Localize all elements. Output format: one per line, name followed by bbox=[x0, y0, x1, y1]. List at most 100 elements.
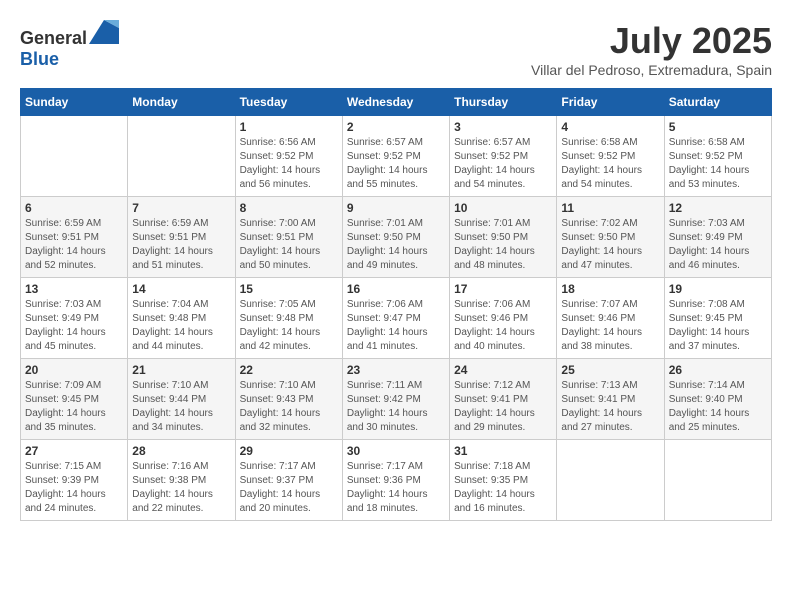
day-number: 26 bbox=[669, 363, 767, 377]
calendar-cell bbox=[664, 440, 771, 521]
day-number: 9 bbox=[347, 201, 445, 215]
day-number: 30 bbox=[347, 444, 445, 458]
calendar-cell: 26 Sunrise: 7:14 AMSunset: 9:40 PMDayligh… bbox=[664, 359, 771, 440]
day-number: 23 bbox=[347, 363, 445, 377]
day-info: Sunrise: 6:56 AMSunset: 9:52 PMDaylight:… bbox=[240, 136, 338, 192]
day-number: 21 bbox=[132, 363, 230, 377]
calendar-week-row: 20Sunrise: 7:09 AMSunset: 9:45 PMDayligh… bbox=[21, 359, 772, 440]
calendar-cell: 9 Sunrise: 7:01 AMSunset: 9:50 PMDaylight… bbox=[342, 197, 449, 278]
calendar-cell: 30 Sunrise: 7:17 AMSunset: 9:36 PMDayligh… bbox=[342, 440, 449, 521]
day-info: Sunrise: 6:57 AMSunset: 9:52 PMDaylight:… bbox=[454, 136, 552, 192]
calendar-cell: 6 Sunrise: 6:59 AMSunset: 9:51 PMDaylight… bbox=[21, 197, 128, 278]
day-info: Sunrise: 7:17 AMSunset: 9:37 PMDaylight:… bbox=[240, 460, 338, 516]
day-info: Sunrise: 7:05 AMSunset: 9:48 PMDaylight:… bbox=[240, 298, 338, 354]
calendar-cell: 18 Sunrise: 7:07 AMSunset: 9:46 PMDayligh… bbox=[557, 278, 664, 359]
day-number: 5 bbox=[669, 120, 767, 134]
calendar-cell: 13 Sunrise: 7:03 AMSunset: 9:49 PMDayligh… bbox=[21, 278, 128, 359]
day-info: Sunrise: 7:06 AMSunset: 9:46 PMDaylight:… bbox=[454, 298, 552, 354]
weekday-header-thursday: Thursday bbox=[450, 89, 557, 116]
day-number: 11 bbox=[561, 201, 659, 215]
day-info: Sunrise: 7:15 AMSunset: 9:39 PMDaylight:… bbox=[25, 460, 123, 516]
day-number: 20 bbox=[25, 363, 123, 377]
calendar-table: SundayMondayTuesdayWednesdayThursdayFrid… bbox=[20, 88, 772, 521]
calendar-cell: 2Sunrise: 6:57 AMSunset: 9:52 PMDaylight… bbox=[342, 116, 449, 197]
day-number: 27 bbox=[25, 444, 123, 458]
day-info: Sunrise: 7:16 AMSunset: 9:38 PMDaylight:… bbox=[132, 460, 230, 516]
logo: General Blue bbox=[20, 20, 119, 70]
calendar-cell: 19Sunrise: 7:08 AMSunset: 9:45 PMDayligh… bbox=[664, 278, 771, 359]
day-info: Sunrise: 7:01 AMSunset: 9:50 PMDaylight:… bbox=[454, 217, 552, 273]
calendar-cell: 3 Sunrise: 6:57 AMSunset: 9:52 PMDaylight… bbox=[450, 116, 557, 197]
day-number: 28 bbox=[132, 444, 230, 458]
day-info: Sunrise: 7:10 AMSunset: 9:44 PMDaylight:… bbox=[132, 379, 230, 435]
day-number: 8 bbox=[240, 201, 338, 215]
day-info: Sunrise: 7:18 AMSunset: 9:35 PMDaylight:… bbox=[454, 460, 552, 516]
day-number: 10 bbox=[454, 201, 552, 215]
day-info: Sunrise: 6:58 AMSunset: 9:52 PMDaylight:… bbox=[561, 136, 659, 192]
day-info: Sunrise: 6:59 AMSunset: 9:51 PMDaylight:… bbox=[132, 217, 230, 273]
location-title: Villar del Pedroso, Extremadura, Spain bbox=[531, 62, 772, 78]
day-number: 13 bbox=[25, 282, 123, 296]
calendar-cell: 20Sunrise: 7:09 AMSunset: 9:45 PMDayligh… bbox=[21, 359, 128, 440]
day-number: 24 bbox=[454, 363, 552, 377]
calendar-cell: 15 Sunrise: 7:05 AMSunset: 9:48 PMDayligh… bbox=[235, 278, 342, 359]
weekday-header-monday: Monday bbox=[128, 89, 235, 116]
calendar-cell: 8 Sunrise: 7:00 AMSunset: 9:51 PMDaylight… bbox=[235, 197, 342, 278]
day-number: 15 bbox=[240, 282, 338, 296]
calendar-cell bbox=[128, 116, 235, 197]
day-info: Sunrise: 7:00 AMSunset: 9:51 PMDaylight:… bbox=[240, 217, 338, 273]
calendar-cell: 23 Sunrise: 7:11 AMSunset: 9:42 PMDayligh… bbox=[342, 359, 449, 440]
day-info: Sunrise: 7:03 AMSunset: 9:49 PMDaylight:… bbox=[669, 217, 767, 273]
day-number: 18 bbox=[561, 282, 659, 296]
calendar-cell: 28 Sunrise: 7:16 AMSunset: 9:38 PMDayligh… bbox=[128, 440, 235, 521]
page-header: General Blue July 2025 Villar del Pedros… bbox=[20, 20, 772, 78]
title-block: July 2025 Villar del Pedroso, Extremadur… bbox=[531, 20, 772, 78]
day-info: Sunrise: 7:13 AMSunset: 9:41 PMDaylight:… bbox=[561, 379, 659, 435]
day-number: 6 bbox=[25, 201, 123, 215]
calendar-cell bbox=[21, 116, 128, 197]
calendar-week-row: 6 Sunrise: 6:59 AMSunset: 9:51 PMDaylight… bbox=[21, 197, 772, 278]
day-info: Sunrise: 6:57 AMSunset: 9:52 PMDaylight:… bbox=[347, 136, 445, 192]
weekday-header-wednesday: Wednesday bbox=[342, 89, 449, 116]
day-info: Sunrise: 7:11 AMSunset: 9:42 PMDaylight:… bbox=[347, 379, 445, 435]
day-info: Sunrise: 7:04 AMSunset: 9:48 PMDaylight:… bbox=[132, 298, 230, 354]
weekday-header-friday: Friday bbox=[557, 89, 664, 116]
calendar-cell: 5 Sunrise: 6:58 AMSunset: 9:52 PMDaylight… bbox=[664, 116, 771, 197]
weekday-header-sunday: Sunday bbox=[21, 89, 128, 116]
day-info: Sunrise: 6:58 AMSunset: 9:52 PMDaylight:… bbox=[669, 136, 767, 192]
day-number: 22 bbox=[240, 363, 338, 377]
month-title: July 2025 bbox=[531, 20, 772, 62]
weekday-header-saturday: Saturday bbox=[664, 89, 771, 116]
calendar-cell: 29Sunrise: 7:17 AMSunset: 9:37 PMDayligh… bbox=[235, 440, 342, 521]
calendar-cell: 10 Sunrise: 7:01 AMSunset: 9:50 PMDayligh… bbox=[450, 197, 557, 278]
logo-icon bbox=[89, 20, 119, 44]
day-number: 4 bbox=[561, 120, 659, 134]
day-info: Sunrise: 7:17 AMSunset: 9:36 PMDaylight:… bbox=[347, 460, 445, 516]
calendar-cell: 27 Sunrise: 7:15 AMSunset: 9:39 PMDayligh… bbox=[21, 440, 128, 521]
day-number: 25 bbox=[561, 363, 659, 377]
calendar-cell: 16Sunrise: 7:06 AMSunset: 9:47 PMDayligh… bbox=[342, 278, 449, 359]
day-info: Sunrise: 6:59 AMSunset: 9:51 PMDaylight:… bbox=[25, 217, 123, 273]
day-info: Sunrise: 7:10 AMSunset: 9:43 PMDaylight:… bbox=[240, 379, 338, 435]
day-number: 14 bbox=[132, 282, 230, 296]
day-number: 3 bbox=[454, 120, 552, 134]
day-number: 31 bbox=[454, 444, 552, 458]
calendar-cell: 14 Sunrise: 7:04 AMSunset: 9:48 PMDayligh… bbox=[128, 278, 235, 359]
calendar-week-row: 13 Sunrise: 7:03 AMSunset: 9:49 PMDayligh… bbox=[21, 278, 772, 359]
logo-general: General bbox=[20, 28, 87, 48]
weekday-header-row: SundayMondayTuesdayWednesdayThursdayFrid… bbox=[21, 89, 772, 116]
day-info: Sunrise: 7:14 AMSunset: 9:40 PMDaylight:… bbox=[669, 379, 767, 435]
day-info: Sunrise: 7:03 AMSunset: 9:49 PMDaylight:… bbox=[25, 298, 123, 354]
day-info: Sunrise: 7:07 AMSunset: 9:46 PMDaylight:… bbox=[561, 298, 659, 354]
calendar-cell: 25 Sunrise: 7:13 AMSunset: 9:41 PMDayligh… bbox=[557, 359, 664, 440]
day-number: 7 bbox=[132, 201, 230, 215]
calendar-cell: 11 Sunrise: 7:02 AMSunset: 9:50 PMDayligh… bbox=[557, 197, 664, 278]
calendar-cell: 21 Sunrise: 7:10 AMSunset: 9:44 PMDayligh… bbox=[128, 359, 235, 440]
day-info: Sunrise: 7:01 AMSunset: 9:50 PMDaylight:… bbox=[347, 217, 445, 273]
weekday-header-tuesday: Tuesday bbox=[235, 89, 342, 116]
calendar-cell: 12Sunrise: 7:03 AMSunset: 9:49 PMDayligh… bbox=[664, 197, 771, 278]
day-number: 1 bbox=[240, 120, 338, 134]
day-info: Sunrise: 7:02 AMSunset: 9:50 PMDaylight:… bbox=[561, 217, 659, 273]
calendar-week-row: 27 Sunrise: 7:15 AMSunset: 9:39 PMDayligh… bbox=[21, 440, 772, 521]
calendar-cell: 17Sunrise: 7:06 AMSunset: 9:46 PMDayligh… bbox=[450, 278, 557, 359]
